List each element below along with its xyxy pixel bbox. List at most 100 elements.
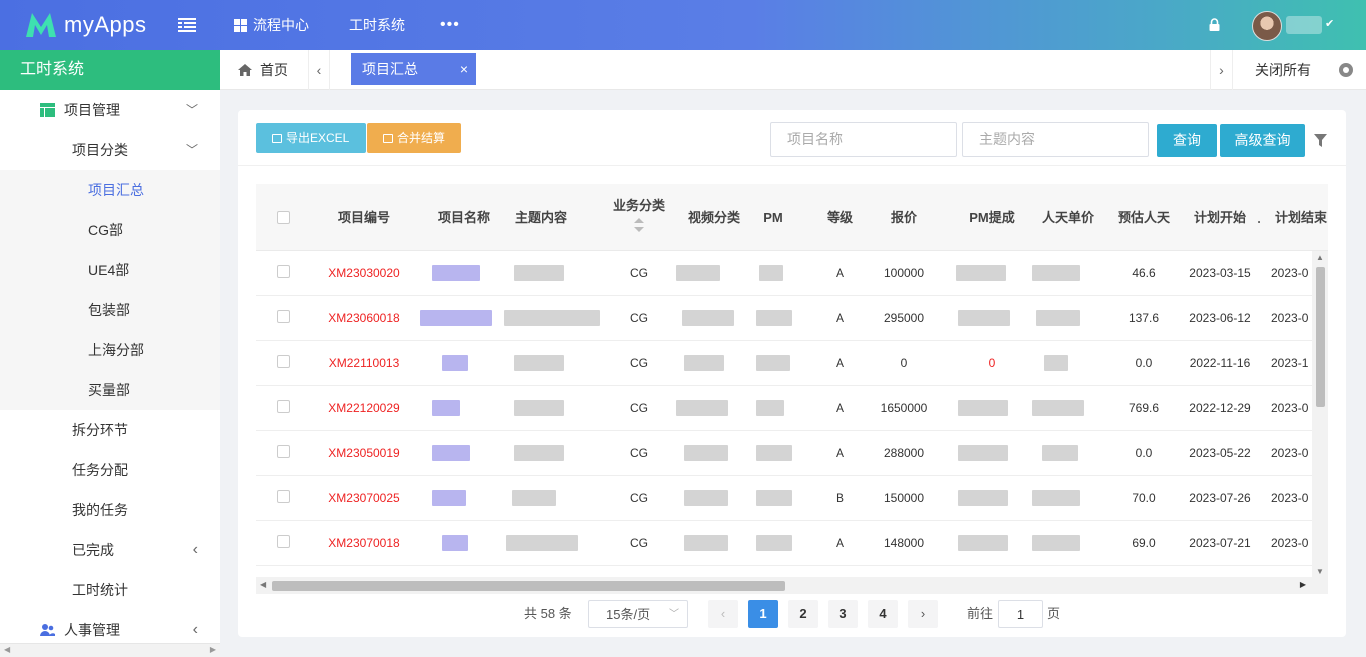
select-all-checkbox[interactable] xyxy=(277,211,290,224)
sidebar-item-ue4[interactable]: UE4部 xyxy=(0,250,220,290)
app-logo[interactable]: myApps xyxy=(24,11,146,39)
nav-flow-center[interactable]: 流程中心 xyxy=(234,0,309,50)
col-header[interactable]: 视频分类 xyxy=(677,184,751,251)
tab-home[interactable]: 首页 xyxy=(238,50,288,90)
vertical-scroll-thumb[interactable] xyxy=(1316,267,1325,407)
cell-code[interactable]: XM23060018 xyxy=(318,296,410,341)
scroll-right-icon[interactable]: ▶ xyxy=(210,645,216,654)
horizontal-scroll-thumb[interactable] xyxy=(272,581,785,591)
sidebar-item-project-category[interactable]: 项目分类 ﹀ xyxy=(0,130,220,170)
export-excel-label: 导出EXCEL xyxy=(286,131,349,145)
avatar[interactable] xyxy=(1252,11,1282,41)
home-icon xyxy=(238,64,252,76)
tab-scroll-next[interactable]: › xyxy=(1210,50,1232,90)
lock-icon[interactable] xyxy=(1209,18,1220,31)
sidebar-item-task-assign[interactable]: 任务分配 xyxy=(0,450,220,490)
table-row[interactable]: XM23050019CGA2880000.02023-05-222023-0 xyxy=(256,431,1312,476)
table-row[interactable]: XM22120029CGA1650000769.62022-12-292023-… xyxy=(256,386,1312,431)
cell-code[interactable]: XM22120029 xyxy=(318,386,410,431)
row-checkbox[interactable] xyxy=(277,445,290,458)
row-checkbox[interactable] xyxy=(277,310,290,323)
col-header[interactable]: 主题内容 xyxy=(502,184,580,251)
sidebar-item-user-acquisition[interactable]: 买量部 xyxy=(0,370,220,410)
query-button[interactable]: 查询 xyxy=(1157,124,1217,157)
col-header[interactable]: PM提成 xyxy=(956,184,1028,251)
nav-more[interactable]: ••• xyxy=(440,0,460,50)
cell-code[interactable]: XM22110013 xyxy=(318,341,410,386)
col-header[interactable]: PM xyxy=(753,184,793,251)
cell-days: 70.0 xyxy=(1108,476,1180,521)
nav-work-hours[interactable]: 工时系统 xyxy=(349,0,405,50)
project-name-input[interactable]: 项目名称 xyxy=(770,122,957,157)
cell-code[interactable]: XM23030020 xyxy=(318,251,410,296)
scroll-left-icon[interactable]: ◀ xyxy=(260,580,266,589)
table-row[interactable]: XM23030020CGA10000046.62023-03-152023-0 xyxy=(256,251,1312,296)
page-1-button[interactable]: 1 xyxy=(748,600,778,628)
cell-pm-commission xyxy=(956,386,1028,431)
export-excel-button[interactable]: 导出EXCEL xyxy=(256,123,366,153)
topic-content-input[interactable]: 主题内容 xyxy=(962,122,1149,157)
goto-page-input[interactable]: 1 xyxy=(998,600,1043,628)
row-checkbox[interactable] xyxy=(277,400,290,413)
tab-scroll-prev[interactable]: ‹ xyxy=(308,50,330,90)
logo-icon xyxy=(24,11,58,39)
column-resize-dot[interactable]: . xyxy=(1256,184,1262,251)
row-checkbox[interactable] xyxy=(277,265,290,278)
close-all-label: 关闭所有 xyxy=(1255,62,1311,78)
cell-code[interactable]: XM23070025 xyxy=(318,476,410,521)
col-header[interactable]: 项目名称 xyxy=(426,184,502,251)
scroll-left-icon[interactable]: ◀ xyxy=(4,645,10,654)
gear-icon[interactable] xyxy=(1339,63,1353,77)
cell-code[interactable]: XM23070018 xyxy=(318,521,410,566)
cell-days: 69.0 xyxy=(1108,521,1180,566)
menu-toggle-icon[interactable] xyxy=(178,18,196,32)
page-3-button[interactable]: 3 xyxy=(828,600,858,628)
filter-icon[interactable] xyxy=(1314,134,1327,147)
row-checkbox[interactable] xyxy=(277,535,290,548)
sidebar-scrollbar[interactable]: ◀ ▶ xyxy=(0,643,220,657)
advanced-query-button[interactable]: 高级查询 xyxy=(1220,124,1305,157)
sidebar-item-project-management[interactable]: 项目管理 ﹀ xyxy=(0,90,220,130)
prev-page-button[interactable]: ‹ xyxy=(708,600,738,628)
sidebar-item-completed[interactable]: 已完成 ‹ xyxy=(0,530,220,570)
scroll-right-icon[interactable]: ▶ xyxy=(1300,580,1306,589)
sidebar-item-my-tasks[interactable]: 我的任务 xyxy=(0,490,220,530)
close-all-tabs[interactable]: 关闭所有 xyxy=(1232,50,1366,90)
sidebar-item-shanghai[interactable]: 上海分部 xyxy=(0,330,220,370)
scroll-up-icon[interactable]: ▲ xyxy=(1316,253,1324,262)
merge-settle-button[interactable]: 合并结算 xyxy=(367,123,461,153)
sidebar-item-split-stage[interactable]: 拆分环节 xyxy=(0,410,220,450)
col-header[interactable]: 计划结束 xyxy=(1275,184,1328,251)
row-checkbox[interactable] xyxy=(277,490,290,503)
col-header[interactable]: 预估人天 xyxy=(1108,184,1180,251)
sidebar-item-project-summary[interactable]: 项目汇总 xyxy=(0,170,220,210)
cell-code[interactable]: XM23050019 xyxy=(318,431,410,476)
sort-icon[interactable] xyxy=(634,218,644,232)
col-header-business[interactable]: 业务分类 xyxy=(599,184,679,251)
col-header[interactable]: 项目编号 xyxy=(318,184,410,251)
table-row[interactable]: XM23070018CGA14800069.02023-07-212023-0 xyxy=(256,521,1312,566)
scroll-down-icon[interactable]: ▼ xyxy=(1316,567,1324,576)
page-size-select[interactable]: 15条/页 ﹀ xyxy=(588,600,688,628)
redacted-cell xyxy=(514,400,564,416)
user-dropdown-icon[interactable]: ✔ xyxy=(1325,17,1334,30)
table-horizontal-scrollbar[interactable]: ◀ ▶ xyxy=(256,577,1328,594)
table-vertical-scrollbar[interactable]: ▲ ▼ xyxy=(1312,251,1328,578)
col-header[interactable]: 人天单价 xyxy=(1032,184,1104,251)
table-row[interactable]: XM23070025CGB15000070.02023-07-262023-0 xyxy=(256,476,1312,521)
user-name-redacted[interactable] xyxy=(1286,16,1322,34)
tab-project-summary[interactable]: 项目汇总 × xyxy=(351,53,476,85)
next-page-button[interactable]: › xyxy=(908,600,938,628)
col-header[interactable]: 报价 xyxy=(878,184,930,251)
sidebar-item-packaging[interactable]: 包装部 xyxy=(0,290,220,330)
table-row[interactable]: XM22110013CGA000.02022-11-162023-1 xyxy=(256,341,1312,386)
close-icon[interactable]: × xyxy=(460,53,468,85)
sidebar-item-cg[interactable]: CG部 xyxy=(0,210,220,250)
page-4-button[interactable]: 4 xyxy=(868,600,898,628)
page-2-button[interactable]: 2 xyxy=(788,600,818,628)
row-checkbox[interactable] xyxy=(277,355,290,368)
col-header[interactable]: 等级 xyxy=(818,184,862,251)
table-row[interactable]: XM23060018CGA295000137.62023-06-122023-0 xyxy=(256,296,1312,341)
col-header[interactable]: 计划开始 xyxy=(1184,184,1256,251)
sidebar-item-hours-stats[interactable]: 工时统计 xyxy=(0,570,220,610)
